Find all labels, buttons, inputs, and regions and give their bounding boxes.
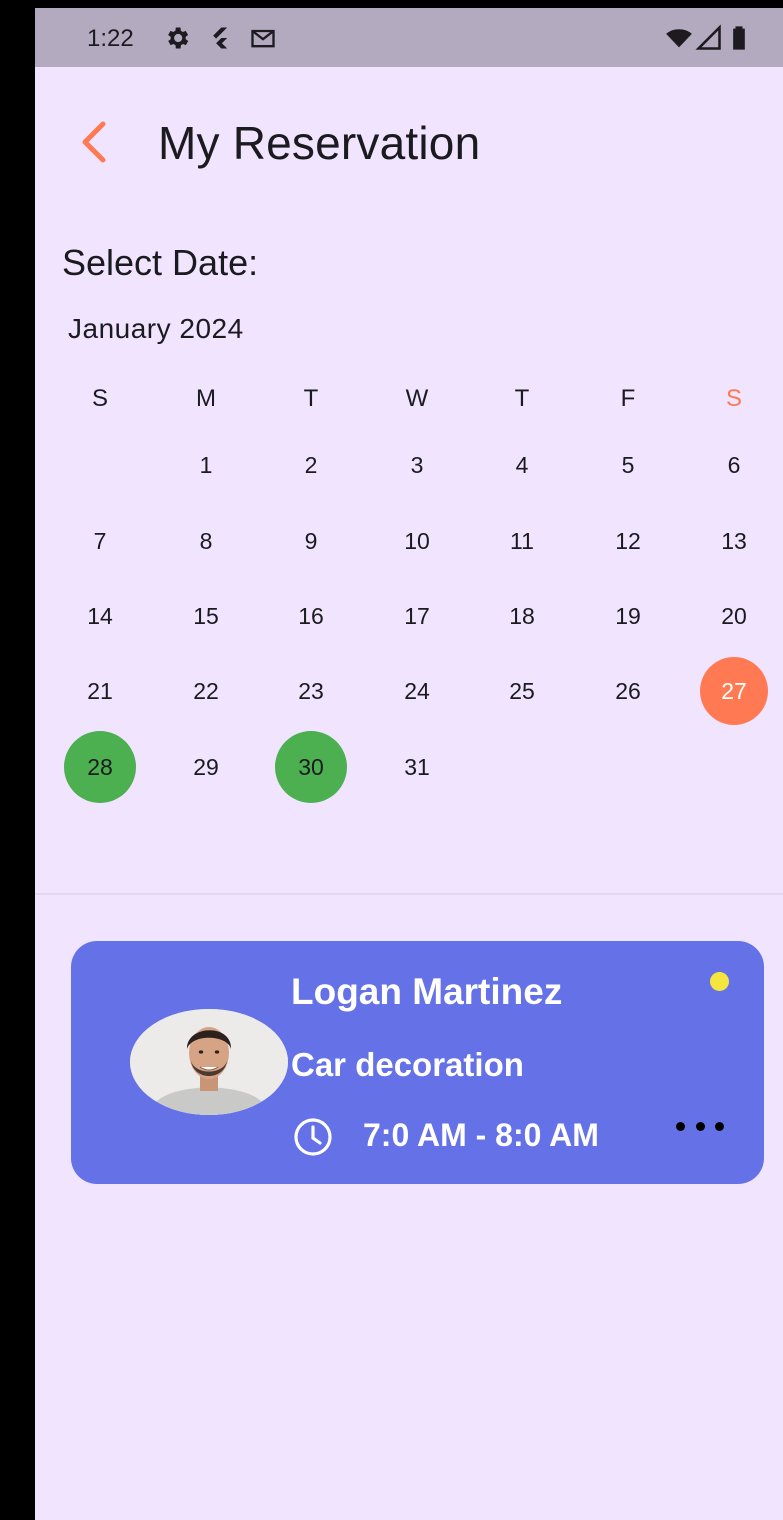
calendar-day[interactable]: 9 [275,505,347,577]
clock-icon [294,1118,332,1156]
calendar-day[interactable]: 26 [592,655,664,727]
calendar-day[interactable]: 6 [698,429,770,501]
status-bar: 1:22 [35,8,783,67]
more-options-button[interactable] [676,1112,724,1140]
more-horizontal-icon [715,1121,724,1131]
calendar-day[interactable]: 10 [381,505,453,577]
service-name: Car decoration [291,1046,524,1083]
customer-name: Logan Martinez [291,971,563,1012]
chevron-left-icon [82,121,106,163]
more-horizontal-icon [676,1121,685,1131]
weekday-label: W [405,385,429,412]
calendar-day[interactable]: 21 [64,655,136,727]
status-dot [710,972,729,991]
calendar-day[interactable]: 1 [170,429,242,501]
avatar [130,1009,288,1115]
gear-icon [168,27,189,49]
wifi-icon [666,29,692,48]
calendar-day[interactable]: 22 [170,655,242,727]
reservation-card[interactable]: Logan Martinez Car decoration 7:0 AM - 8… [71,941,764,1184]
calendar-day[interactable]: 13 [698,505,770,577]
weekday-label: S [91,385,108,412]
calendar-day[interactable]: 4 [486,429,558,501]
calendar-day[interactable]: 11 [486,505,558,577]
calendar-day[interactable]: 24 [381,655,453,727]
calendar-day[interactable]: 17 [381,580,453,652]
calendar-day[interactable]: 5 [592,429,664,501]
calendar-day-booked[interactable]: 28 [64,731,136,803]
calendar-day[interactable]: 23 [275,655,347,727]
calendar-month-label: January 2024 [68,313,244,344]
gmail-icon [251,29,275,48]
divider [35,893,783,895]
calendar-day[interactable]: 20 [698,580,770,652]
select-date-heading: Select Date: [62,242,259,283]
calendar-day[interactable]: 25 [486,655,558,727]
calendar-day[interactable]: 16 [275,580,347,652]
page-title: My Reservation [158,117,481,169]
screen: 1:22 My Reservation Select Date: January… [35,8,783,1520]
calendar-day[interactable]: 31 [381,731,453,803]
weekday-label: M [196,385,216,412]
back-button[interactable] [75,118,115,166]
flutter-icon [213,27,228,49]
calendar-day-today[interactable]: 27 [700,657,768,725]
weekday-label: T [514,385,530,412]
calendar-day[interactable]: 2 [275,429,347,501]
status-time: 1:22 [87,25,134,52]
weekday-label: S [725,385,742,412]
calendar-day[interactable]: 12 [592,505,664,577]
calendar-day[interactable]: 14 [64,580,136,652]
reservation-time: 7:0 AM - 8:0 AM [363,1117,599,1153]
calendar-day[interactable]: 19 [592,580,664,652]
calendar-day[interactable]: 3 [381,429,453,501]
calendar-day[interactable]: 8 [170,505,242,577]
calendar-day[interactable]: 29 [170,731,242,803]
calendar-day-booked[interactable]: 30 [275,731,347,803]
battery-icon [733,26,745,50]
signal-icon [695,24,721,50]
more-horizontal-icon [695,1121,705,1131]
weekday-label: T [303,385,319,412]
calendar-day[interactable]: 7 [64,505,136,577]
person-photo [130,1009,288,1115]
calendar-day[interactable]: 15 [170,580,242,652]
calendar-day[interactable]: 18 [486,580,558,652]
weekday-label: F [620,385,636,412]
